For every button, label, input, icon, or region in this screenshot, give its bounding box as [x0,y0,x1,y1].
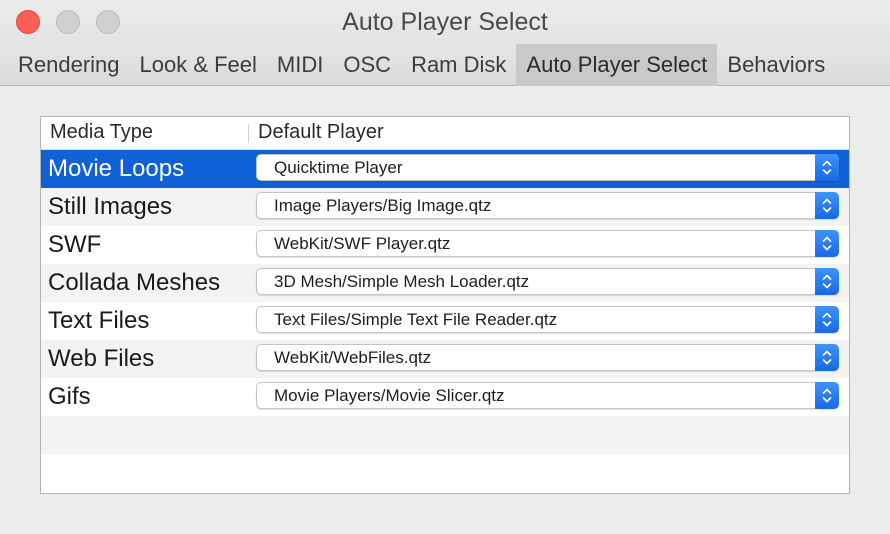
preferences-tab-bar: Rendering Look & Feel MIDI OSC Ram Disk … [0,44,890,86]
tab-behaviors[interactable]: Behaviors [717,44,835,86]
tab-auto-player-select[interactable]: Auto Player Select [516,44,718,86]
media-type-label: SWF [48,231,102,258]
default-player-popup[interactable]: 3D Mesh/Simple Mesh Loader.qtz [256,268,839,295]
preferences-window: Auto Player Select Rendering Look & Feel… [0,0,890,534]
up-down-chevron-icon [815,154,839,181]
up-down-chevron-icon [815,306,839,333]
tab-rendering[interactable]: Rendering [8,44,130,86]
default-player-popup[interactable]: WebKit/WebFiles.qtz [256,344,839,371]
default-player-value: WebKit/WebFiles.qtz [274,348,432,367]
table-header: Media Type Default Player [41,117,849,150]
default-player-popup[interactable]: Text Files/Simple Text File Reader.qtz [256,306,839,333]
column-header-media-type[interactable]: Media Type [50,121,153,144]
table-row[interactable]: Text Files Text Files/Simple Text File R… [41,302,849,340]
table-row[interactable]: Gifs Movie Players/Movie Slicer.qtz [41,378,849,416]
tab-look-and-feel[interactable]: Look & Feel [130,44,267,86]
table-row[interactable]: Movie Loops Quicktime Player [41,150,849,188]
default-player-popup[interactable]: Quicktime Player [256,154,839,181]
column-divider[interactable] [248,124,249,143]
up-down-chevron-icon [815,382,839,409]
auto-player-table: Media Type Default Player Movie Loops Qu… [40,116,850,494]
up-down-chevron-icon [815,268,839,295]
default-player-value: Image Players/Big Image.qtz [274,196,492,215]
media-type-label: Movie Loops [48,155,185,182]
default-player-value: 3D Mesh/Simple Mesh Loader.qtz [274,272,530,291]
media-type-label: Still Images [48,193,173,220]
default-player-value: WebKit/SWF Player.qtz [274,234,451,253]
tab-midi[interactable]: MIDI [267,44,333,86]
default-player-value: Movie Players/Movie Slicer.qtz [274,386,505,405]
up-down-chevron-icon [815,344,839,371]
default-player-value: Quicktime Player [274,158,403,177]
column-header-default-player[interactable]: Default Player [258,121,384,144]
tab-ram-disk[interactable]: Ram Disk [401,44,516,86]
window-title: Auto Player Select [342,8,548,36]
default-player-value: Text Files/Simple Text File Reader.qtz [274,310,558,329]
tab-osc[interactable]: OSC [333,44,401,86]
media-type-label: Collada Meshes [48,269,221,296]
up-down-chevron-icon [815,192,839,219]
empty-table-row [41,416,849,454]
media-type-label: Gifs [48,383,91,410]
media-type-label: Text Files [48,307,150,334]
empty-table-row [41,454,849,492]
default-player-popup[interactable]: WebKit/SWF Player.qtz [256,230,839,257]
table-row[interactable]: SWF WebKit/SWF Player.qtz [41,226,849,264]
default-player-popup[interactable]: Image Players/Big Image.qtz [256,192,839,219]
up-down-chevron-icon [815,230,839,257]
table-row[interactable]: Collada Meshes 3D Mesh/Simple Mesh Loade… [41,264,849,302]
table-row[interactable]: Still Images Image Players/Big Image.qtz [41,188,849,226]
table-row[interactable]: Web Files WebKit/WebFiles.qtz [41,340,849,378]
default-player-popup[interactable]: Movie Players/Movie Slicer.qtz [256,382,839,409]
media-type-label: Web Files [48,345,155,372]
title-bar: Auto Player Select [0,0,890,44]
